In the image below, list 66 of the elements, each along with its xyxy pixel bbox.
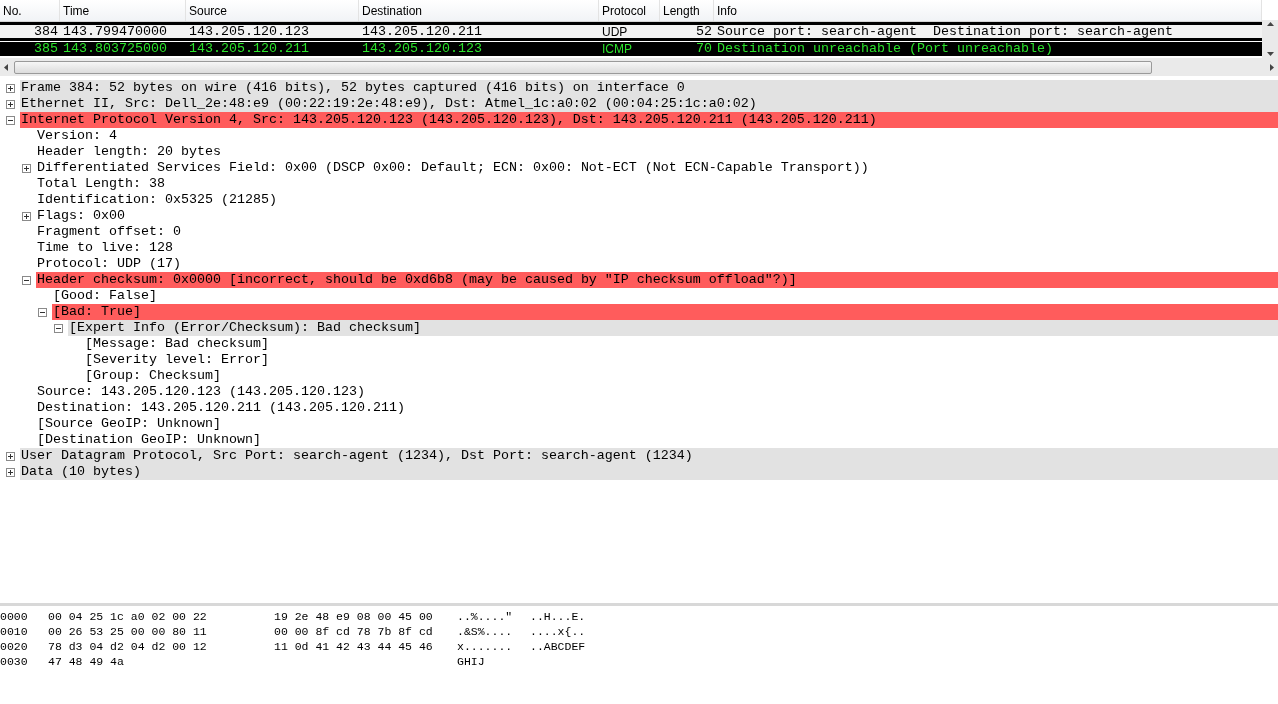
vertical-scrollbar[interactable] [1262,20,1278,58]
expand-icon[interactable] [6,83,15,93]
tree-item[interactable]: Data (10 bytes) [20,464,1278,480]
table-cell-text: 385 [33,42,59,56]
hex-offset: 0030 [0,654,29,669]
column-header[interactable]: Protocol [599,0,660,21]
expand-icon[interactable] [22,163,31,173]
horizontal-scrollbar[interactable] [0,58,1278,76]
column-header[interactable]: Destination [359,0,599,21]
table-cell-text: 143.205.120.123 [188,24,310,39]
ascii-text[interactable]: ....x{.. [530,624,586,639]
expand-icon[interactable] [6,467,15,477]
table-cell-text: Destination unreachable (Port unreachable) [716,42,1054,56]
ascii-text[interactable]: ..H...E. [530,609,586,624]
tree-item[interactable]: Header checksum: 0x0000 [incorrect, should be 0xd6b8 (may be caused by "IP checksum offload"?)] [36,272,1278,288]
table-cell-text: 384 [33,24,59,39]
expand-icon[interactable] [22,211,31,221]
column-header[interactable]: Time [60,0,186,21]
table-cell-text: 143.803725000 [62,42,168,56]
scrollbar-thumb[interactable] [14,60,1152,74]
table-cell-text: Source port: search-agent Destination port: search-agent [716,24,1174,39]
up-arrow-icon[interactable] [1266,22,1274,26]
hex-bytes[interactable]: 19 2e 48 e9 08 00 45 00 [274,609,433,624]
table-cell-text: 52 [695,24,713,39]
tree-item[interactable]: Ethernet II, Src: Dell_2e:48:e9 (00:22:19:2e:48:e9), Dst: Atmel_1c:a0:02 (00:04:25:1c:a0:02) [20,96,1278,112]
hex-bytes[interactable]: 00 04 25 1c a0 02 00 22 [48,609,207,624]
table-cell-text: 143.799470000 [62,24,168,39]
table-cell-text: ICMP [601,42,633,56]
collapse-icon[interactable] [38,307,47,317]
table-cell-text: 143.205.120.211 [188,42,310,56]
hex-offset: 0020 [0,639,29,654]
down-arrow-icon[interactable] [1266,52,1274,56]
expand-icon[interactable] [6,451,15,461]
column-header[interactable]: Source [186,0,359,21]
collapse-icon[interactable] [22,275,31,285]
ascii-text[interactable]: x....... [457,639,513,654]
table-cell-text: 143.205.120.123 [361,42,483,56]
hex-bytes[interactable]: 47 48 49 4a [48,654,124,669]
hex-bytes[interactable]: 78 d3 04 d2 04 d2 00 12 [48,639,207,654]
tree-item[interactable]: User Datagram Protocol, Src Port: search-agent (1234), Dst Port: search-agent (1234) [20,448,1278,464]
right-arrow-icon[interactable] [1270,63,1274,71]
ascii-text[interactable]: .&S%.... [457,624,513,639]
tree-item[interactable]: Frame 384: 52 bytes on wire (416 bits), 52 bytes captured (416 bits) on interface 0 [20,80,1278,96]
tree-item[interactable]: [Bad: True] [52,304,1278,320]
expand-icon[interactable] [6,99,15,109]
hex-bytes[interactable]: 00 00 8f cd 78 7b 8f cd [274,624,433,639]
column-header[interactable]: No. [0,0,60,21]
packet-row[interactable]: 384 143.799470000 143.205.120.123 143.205.120.211 UDP 52 Source port: search-agent Destination port: search-agent [0,22,1262,41]
packet-row[interactable]: 385 143.803725000 143.205.120.211 143.205.120.123 ICMP 70 Destination unreachable (Port unreachable) [0,41,1262,57]
left-arrow-icon[interactable] [4,63,8,71]
ascii-text[interactable]: ..%...." [457,609,513,624]
collapse-icon[interactable] [54,323,63,333]
hex-bytes[interactable]: 11 0d 41 42 43 44 45 46 [274,639,433,654]
table-cell-text: 70 [695,42,713,56]
hex-bytes[interactable]: 00 26 53 25 00 00 80 11 [48,624,207,639]
ascii-text[interactable]: GHIJ [457,654,485,669]
table-cell-text: UDP [601,24,629,39]
column-header[interactable]: Info [714,0,1262,21]
tree-item[interactable]: [Expert Info (Error/Checksum): Bad checksum] [68,320,1278,336]
ascii-text[interactable]: ..ABCDEF [530,639,586,654]
hex-offset: 0010 [0,624,29,639]
collapse-icon[interactable] [6,115,15,125]
table-cell-text: 143.205.120.211 [361,24,483,39]
column-header[interactable]: Length [660,0,714,21]
tree-item[interactable]: Internet Protocol Version 4, Src: 143.205.120.123 (143.205.120.123), Dst: 143.205.120.211 (143.205.120.211) [20,112,1278,128]
hex-offset: 0000 [0,609,29,624]
